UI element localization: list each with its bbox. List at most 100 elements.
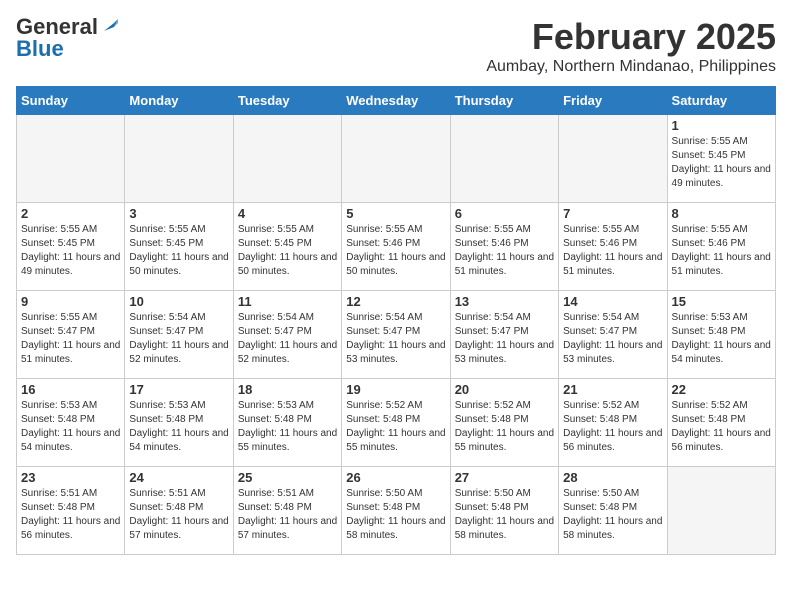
calendar-cell: 23 Sunrise: 5:51 AMSunset: 5:48 PMDayligh… — [17, 467, 125, 555]
day-info: Sunrise: 5:54 AMSunset: 5:47 PMDaylight:… — [129, 311, 228, 367]
calendar-header-saturday: Saturday — [667, 87, 775, 115]
calendar-cell: 16 Sunrise: 5:53 AMSunset: 5:48 PMDayligh… — [17, 379, 125, 467]
day-number: 14 — [563, 294, 662, 309]
day-info: Sunrise: 5:50 AMSunset: 5:48 PMDaylight:… — [346, 487, 445, 543]
day-number: 23 — [21, 470, 120, 485]
day-number: 19 — [346, 382, 445, 397]
calendar-cell: 8 Sunrise: 5:55 AMSunset: 5:46 PMDaylight… — [667, 203, 775, 291]
calendar-cell: 1Sunrise: 5:55 AMSunset: 5:45 PMDaylight… — [667, 115, 775, 203]
calendar-week-row: 2 Sunrise: 5:55 AMSunset: 5:45 PMDaylight… — [17, 203, 776, 291]
day-info: Sunrise: 5:53 AMSunset: 5:48 PMDaylight:… — [129, 399, 228, 455]
calendar-week-row: 9 Sunrise: 5:55 AMSunset: 5:47 PMDaylight… — [17, 291, 776, 379]
day-info: Sunrise: 5:54 AMSunset: 5:47 PMDaylight:… — [455, 311, 554, 367]
day-number: 28 — [563, 470, 662, 485]
day-number: 2 — [21, 206, 120, 221]
day-info: Sunrise: 5:52 AMSunset: 5:48 PMDaylight:… — [672, 399, 771, 455]
day-info: Sunrise: 5:53 AMSunset: 5:48 PMDaylight:… — [21, 399, 120, 455]
calendar-cell: 14 Sunrise: 5:54 AMSunset: 5:47 PMDayligh… — [559, 291, 667, 379]
day-number: 22 — [672, 382, 771, 397]
day-info: Sunrise: 5:55 AMSunset: 5:45 PMDaylight:… — [21, 223, 120, 279]
calendar-cell: 19Sunrise: 5:52 AMSunset: 5:48 PMDayligh… — [342, 379, 450, 467]
day-info: Sunrise: 5:54 AMSunset: 5:47 PMDaylight:… — [563, 311, 662, 367]
calendar-header-thursday: Thursday — [450, 87, 558, 115]
calendar-cell — [342, 115, 450, 203]
calendar-cell — [559, 115, 667, 203]
day-info: Sunrise: 5:50 AMSunset: 5:48 PMDaylight:… — [563, 487, 662, 543]
calendar-header-friday: Friday — [559, 87, 667, 115]
day-info: Sunrise: 5:54 AMSunset: 5:47 PMDaylight:… — [346, 311, 445, 367]
day-info: Sunrise: 5:55 AMSunset: 5:45 PMDaylight:… — [129, 223, 228, 279]
day-number: 15 — [672, 294, 771, 309]
calendar-header-row: SundayMondayTuesdayWednesdayThursdayFrid… — [17, 87, 776, 115]
day-number: 24 — [129, 470, 228, 485]
calendar-cell: 27 Sunrise: 5:50 AMSunset: 5:48 PMDayligh… — [450, 467, 558, 555]
calendar-cell: 7 Sunrise: 5:55 AMSunset: 5:46 PMDaylight… — [559, 203, 667, 291]
day-number: 6 — [455, 206, 554, 221]
calendar-table: SundayMondayTuesdayWednesdayThursdayFrid… — [16, 86, 776, 555]
day-number: 16 — [21, 382, 120, 397]
calendar-cell — [450, 115, 558, 203]
calendar-cell: 22 Sunrise: 5:52 AMSunset: 5:48 PMDayligh… — [667, 379, 775, 467]
day-number: 7 — [563, 206, 662, 221]
day-info: Sunrise: 5:55 AMSunset: 5:45 PMDaylight:… — [238, 223, 337, 279]
day-number: 21 — [563, 382, 662, 397]
day-info: Sunrise: 5:55 AMSunset: 5:46 PMDaylight:… — [455, 223, 554, 279]
logo-general-text: General — [16, 16, 98, 38]
logo-bird-icon — [100, 17, 118, 35]
calendar-cell: 4Sunrise: 5:55 AMSunset: 5:45 PMDaylight… — [233, 203, 341, 291]
calendar-cell: 12 Sunrise: 5:54 AMSunset: 5:47 PMDayligh… — [342, 291, 450, 379]
day-number: 20 — [455, 382, 554, 397]
day-info: Sunrise: 5:55 AMSunset: 5:46 PMDaylight:… — [672, 223, 771, 279]
day-info: Sunrise: 5:53 AMSunset: 5:48 PMDaylight:… — [238, 399, 337, 455]
calendar-cell: 10 Sunrise: 5:54 AMSunset: 5:47 PMDayligh… — [125, 291, 233, 379]
day-number: 12 — [346, 294, 445, 309]
calendar-cell: 17Sunrise: 5:53 AMSunset: 5:48 PMDayligh… — [125, 379, 233, 467]
calendar-cell: 18 Sunrise: 5:53 AMSunset: 5:48 PMDayligh… — [233, 379, 341, 467]
day-number: 26 — [346, 470, 445, 485]
day-number: 13 — [455, 294, 554, 309]
day-number: 11 — [238, 294, 337, 309]
day-number: 5 — [346, 206, 445, 221]
calendar-week-row: 23 Sunrise: 5:51 AMSunset: 5:48 PMDayligh… — [17, 467, 776, 555]
calendar-header-sunday: Sunday — [17, 87, 125, 115]
calendar-cell: 15 Sunrise: 5:53 AMSunset: 5:48 PMDayligh… — [667, 291, 775, 379]
calendar-cell: 6 Sunrise: 5:55 AMSunset: 5:46 PMDaylight… — [450, 203, 558, 291]
calendar-cell: 24 Sunrise: 5:51 AMSunset: 5:48 PMDayligh… — [125, 467, 233, 555]
calendar-cell — [125, 115, 233, 203]
day-info: Sunrise: 5:51 AMSunset: 5:48 PMDaylight:… — [21, 487, 120, 543]
calendar-cell: 13 Sunrise: 5:54 AMSunset: 5:47 PMDayligh… — [450, 291, 558, 379]
page-header: General Blue February 2025 Aumbay, North… — [16, 16, 776, 76]
calendar-cell: 11 Sunrise: 5:54 AMSunset: 5:47 PMDayligh… — [233, 291, 341, 379]
calendar-cell: 26 Sunrise: 5:50 AMSunset: 5:48 PMDayligh… — [342, 467, 450, 555]
day-number: 27 — [455, 470, 554, 485]
day-info: Sunrise: 5:53 AMSunset: 5:48 PMDaylight:… — [672, 311, 771, 367]
calendar-week-row: 16 Sunrise: 5:53 AMSunset: 5:48 PMDayligh… — [17, 379, 776, 467]
day-number: 3 — [129, 206, 228, 221]
day-info: Sunrise: 5:52 AMSunset: 5:48 PMDaylight:… — [455, 399, 554, 455]
day-number: 18 — [238, 382, 337, 397]
day-number: 10 — [129, 294, 228, 309]
calendar-cell: 2 Sunrise: 5:55 AMSunset: 5:45 PMDaylight… — [17, 203, 125, 291]
calendar-header-wednesday: Wednesday — [342, 87, 450, 115]
calendar-header-monday: Monday — [125, 87, 233, 115]
day-info: Sunrise: 5:54 AMSunset: 5:47 PMDaylight:… — [238, 311, 337, 367]
calendar-cell: 28 Sunrise: 5:50 AMSunset: 5:48 PMDayligh… — [559, 467, 667, 555]
day-number: 25 — [238, 470, 337, 485]
calendar-cell — [17, 115, 125, 203]
day-info: Sunrise: 5:55 AMSunset: 5:47 PMDaylight:… — [21, 311, 120, 367]
calendar-cell — [667, 467, 775, 555]
calendar-cell: 21 Sunrise: 5:52 AMSunset: 5:48 PMDayligh… — [559, 379, 667, 467]
calendar-week-row: 1Sunrise: 5:55 AMSunset: 5:45 PMDaylight… — [17, 115, 776, 203]
day-number: 1 — [672, 118, 771, 133]
day-number: 8 — [672, 206, 771, 221]
logo-blue-text: Blue — [16, 38, 64, 60]
day-info: Sunrise: 5:50 AMSunset: 5:48 PMDaylight:… — [455, 487, 554, 543]
calendar-cell: 25Sunrise: 5:51 AMSunset: 5:48 PMDayligh… — [233, 467, 341, 555]
location-title: Aumbay, Northern Mindanao, Philippines — [486, 58, 776, 76]
calendar-cell: 5Sunrise: 5:55 AMSunset: 5:46 PMDaylight… — [342, 203, 450, 291]
day-info: Sunrise: 5:52 AMSunset: 5:48 PMDaylight:… — [563, 399, 662, 455]
day-info: Sunrise: 5:55 AMSunset: 5:46 PMDaylight:… — [563, 223, 662, 279]
calendar-cell: 20 Sunrise: 5:52 AMSunset: 5:48 PMDayligh… — [450, 379, 558, 467]
day-info: Sunrise: 5:51 AMSunset: 5:48 PMDaylight:… — [129, 487, 228, 543]
day-number: 9 — [21, 294, 120, 309]
